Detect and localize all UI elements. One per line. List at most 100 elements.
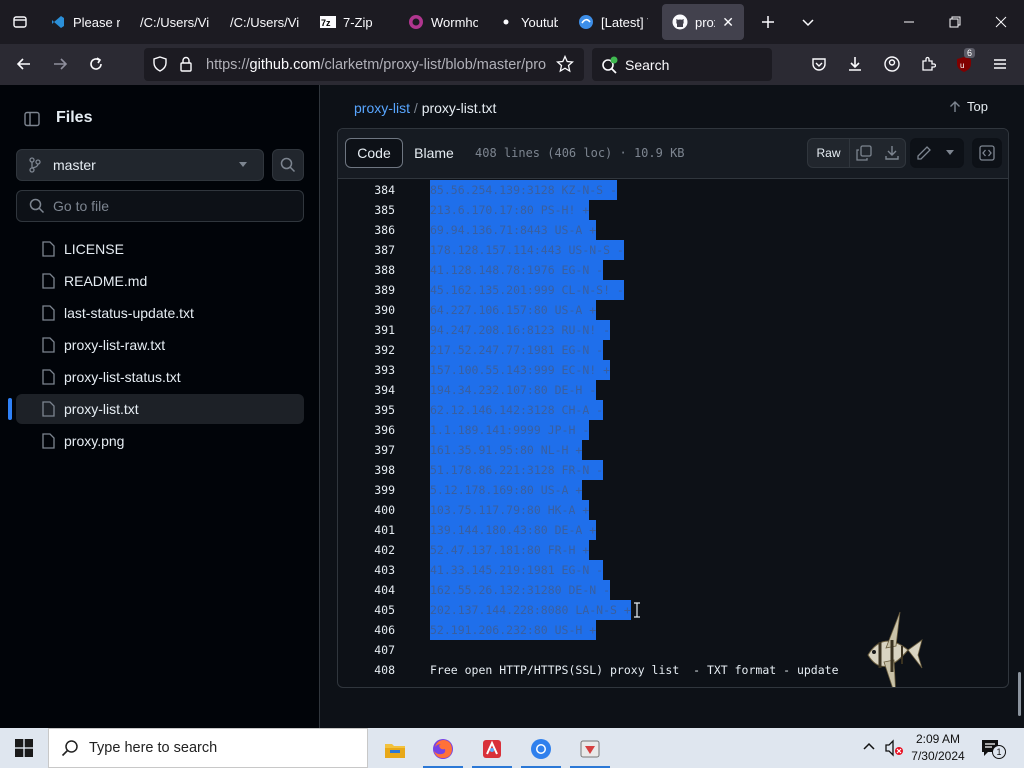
downloads-button[interactable] (837, 48, 873, 80)
taskbar-file-explorer[interactable] (375, 732, 415, 768)
file-tree-item[interactable]: proxy-list-raw.txt (16, 330, 304, 360)
bookmark-star-icon[interactable] (555, 54, 575, 78)
search-bar[interactable]: Search (592, 48, 772, 81)
ublock-extension-button[interactable]: u 6 (946, 48, 982, 80)
go-to-file-input[interactable]: Go to file (16, 190, 304, 222)
file-icon (40, 337, 56, 353)
file-name: proxy-list.txt (64, 401, 139, 417)
line-text[interactable]: 213.6.170.17:80 PS-H! + (430, 200, 590, 220)
tab-label: Please re (73, 14, 120, 30)
symbols-panel-button[interactable] (972, 138, 1002, 168)
line-number: 393 (374, 363, 395, 377)
file-tree-item[interactable]: proxy-list-status.txt (16, 362, 304, 392)
line-text[interactable]: 103.75.117.79:80 HK-A + (430, 500, 590, 520)
line-text[interactable]: 217.52.247.77:1981 EG-N - (430, 340, 604, 360)
line-text[interactable]: 85.56.254.139:3128 KZ-N-S - (430, 180, 617, 200)
forward-button[interactable] (42, 48, 78, 80)
scroll-to-top-button[interactable]: Top (949, 99, 988, 114)
branch-selector[interactable]: master (16, 149, 264, 181)
tab-local-file-2[interactable]: /C:/Users/Vi (220, 0, 310, 44)
extensions-button[interactable] (910, 48, 946, 80)
line-text[interactable]: 5.12.178.169:80 US-A + (430, 480, 583, 500)
system-clock[interactable]: 2:09 AM 7/30/2024 (908, 731, 968, 765)
edit-dropdown-button[interactable] (938, 139, 963, 167)
taskbar-app-red[interactable] (472, 732, 512, 768)
download-raw-button[interactable] (878, 139, 905, 167)
line-text[interactable]: Free open HTTP/HTTPS(SSL) proxy list - T… (430, 660, 839, 680)
sidebar-collapse-icon (24, 111, 40, 127)
tab-youtube[interactable]: Youtube (488, 0, 568, 44)
new-tab-button[interactable] (748, 0, 788, 44)
line-text[interactable]: 139.144.180.43:80 DE-A + (430, 520, 597, 540)
tab-label: /C:/Users/Vi (140, 14, 210, 30)
collapse-sidebar-button[interactable] (16, 103, 48, 135)
line-text[interactable]: 194.34.232.107:80 DE-H - (430, 380, 597, 400)
line-text[interactable]: 1.1.189.141:9999 JP-H - (430, 420, 590, 440)
show-hidden-icons-button[interactable] (862, 740, 876, 759)
line-text[interactable]: 62.12.146.142:3128 CH-A - (430, 400, 604, 420)
arrow-up-icon (950, 100, 960, 112)
close-tab-icon[interactable]: ✕ (722, 14, 734, 31)
shield-icon[interactable] (152, 56, 168, 77)
symbols-button[interactable] (973, 139, 1001, 167)
page-scrollbar[interactable] (1018, 672, 1021, 716)
tab-overview-button[interactable] (0, 0, 40, 44)
line-text[interactable]: 41.33.145.219:1981 EG-N - (430, 560, 604, 580)
start-button[interactable] (0, 728, 48, 768)
line-text[interactable]: 178.128.157.114:443 US-N-S - (430, 240, 624, 260)
line-text[interactable]: 202.137.144.228:8080 LA-N-S + (430, 600, 631, 620)
line-text[interactable]: 162.55.26.132:31280 DE-N - (430, 580, 611, 600)
line-text[interactable]: 51.178.86.221:3128 FR-N - (430, 460, 604, 480)
raw-button[interactable]: Raw (808, 139, 850, 167)
taskbar-chrome[interactable] (521, 732, 561, 768)
minimize-button[interactable] (886, 0, 932, 44)
notification-center-button[interactable]: 1 (980, 738, 1006, 763)
line-text[interactable]: 45.162.135.201:999 CL-N-S! - (430, 280, 624, 300)
line-text[interactable]: 157.100.55.143:999 EC-N! + (430, 360, 611, 380)
copy-raw-button[interactable] (850, 139, 878, 167)
blame-tab[interactable]: Blame (403, 138, 465, 168)
search-files-button[interactable] (272, 149, 304, 181)
line-text[interactable]: 52.47.137.181:80 FR-H + (430, 540, 590, 560)
file-tree-item[interactable]: last-status-update.txt (16, 298, 304, 328)
line-text[interactable]: 161.35.91.95:80 NL-H + (430, 440, 583, 460)
tab-label: Youtube (521, 14, 558, 30)
line-text[interactable]: 69.94.136.71:8443 US-A + (430, 220, 597, 240)
back-button[interactable] (6, 48, 42, 80)
taskbar-firefox[interactable] (423, 732, 463, 768)
reload-button[interactable] (78, 48, 114, 80)
breadcrumb: proxy-list / proxy-list.txt (354, 100, 496, 116)
address-bar[interactable]: https://github.com/clarketm/proxy-list/b… (144, 48, 584, 81)
code-tab[interactable]: Code (345, 138, 403, 168)
file-tree-item[interactable]: proxy.png (16, 426, 304, 456)
file-tree-item[interactable]: LICENSE (16, 234, 304, 264)
edit-button[interactable] (911, 139, 938, 167)
line-text[interactable]: 94.247.208.16:8123 RU-N! - (430, 320, 611, 340)
account-button[interactable] (874, 48, 910, 80)
tab-local-file-1[interactable]: /C:/Users/Vi (130, 0, 220, 44)
breadcrumb-repo-link[interactable]: proxy-list (354, 100, 410, 116)
tab-vscode[interactable]: Please re (40, 0, 130, 44)
lock-icon[interactable] (179, 56, 193, 77)
line-text[interactable]: 52.191.206.232:80 US-H + (430, 620, 597, 640)
taskbar-app[interactable] (570, 732, 610, 768)
taskbar-search-box[interactable]: Type here to search (48, 728, 368, 768)
tab-proxy-active[interactable]: proxy ✕ (662, 4, 744, 40)
chrome-icon (531, 739, 551, 759)
line-text[interactable]: 64.227.106.157:80 US-A + (430, 300, 597, 320)
file-tree-item[interactable]: README.md (16, 266, 304, 296)
line-text[interactable]: 41.128.148.78:1976 EG-N - (430, 260, 604, 280)
list-all-tabs-button[interactable] (788, 0, 828, 44)
tab-latest[interactable]: [Latest] V (568, 0, 658, 44)
pocket-button[interactable] (801, 48, 837, 80)
volume-button[interactable] (884, 739, 904, 762)
file-tree-item-selected[interactable]: proxy-list.txt (16, 394, 304, 424)
menu-button[interactable] (982, 48, 1018, 80)
tab-7zip[interactable]: 7z 7-Zip (310, 0, 398, 44)
close-window-button[interactable] (978, 0, 1024, 44)
restore-button[interactable] (932, 0, 978, 44)
puzzle-icon (922, 56, 936, 71)
pocket-icon (812, 58, 826, 71)
tab-wormhole[interactable]: Wormho (398, 0, 488, 44)
chevron-up-icon (863, 742, 875, 750)
